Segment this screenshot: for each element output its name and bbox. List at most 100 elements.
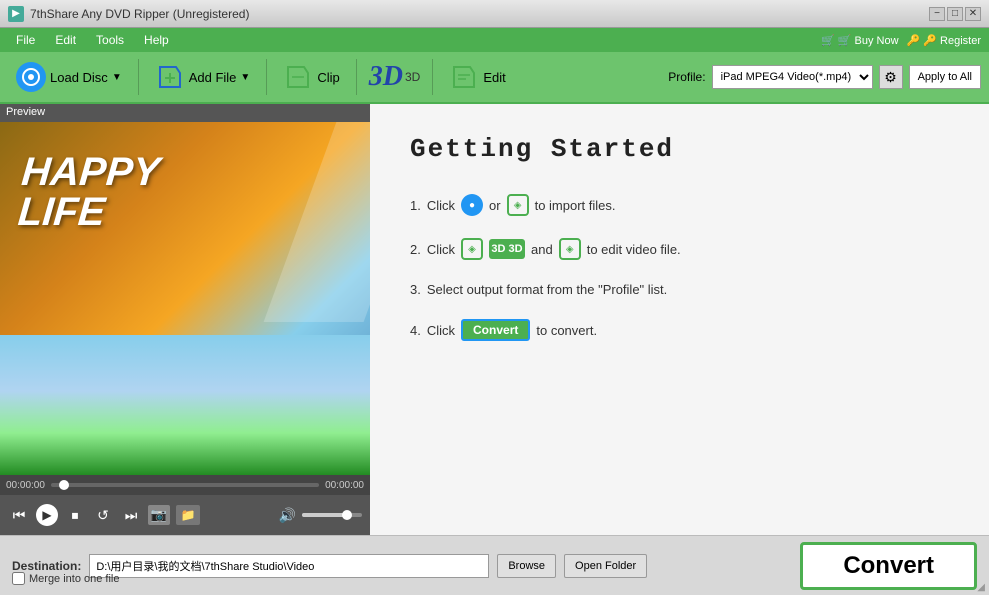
step-2-3d-icon: 3D 3D [489, 239, 525, 259]
add-file-button[interactable]: Add File ▼ [147, 58, 259, 96]
load-disc-button[interactable]: Load Disc ▼ [8, 58, 130, 96]
maximize-button[interactable]: □ [947, 7, 963, 21]
store-buttons: 🛒 🛒 Buy Now 🔑 🔑 Register [821, 34, 981, 47]
merge-label: Merge into one file [29, 573, 120, 585]
volume-slider[interactable] [302, 513, 362, 517]
step-4-text-before: Click [427, 323, 455, 338]
step-2-number: 2. [410, 242, 421, 257]
menu-edit[interactable]: Edit [47, 31, 84, 49]
time-bar: 00:00:00 00:00:00 [0, 475, 370, 495]
3d-label: 3D [369, 61, 403, 93]
destination-label: Destination: [12, 559, 81, 573]
apply-to-all-button[interactable]: Apply to All [909, 65, 981, 89]
step-3-number: 3. [410, 282, 421, 297]
profile-area: Profile: iPad MPEG4 Video(*.mp4) ⚙ Apply… [668, 65, 981, 89]
menu-bar: File Edit Tools Help 🛒 🛒 Buy Now 🔑 🔑 Reg… [0, 28, 989, 52]
skip-forward-button[interactable]: ⏭ [120, 504, 142, 526]
volume-fill [302, 513, 344, 517]
edit-icon [449, 62, 479, 92]
controls-bar: ⏮ ▶ ⏹ ↺ ⏭ 📷 📁 🔊 [0, 495, 370, 535]
add-file-icon [155, 62, 185, 92]
stop-button[interactable]: ⏹ [64, 504, 86, 526]
progress-thumb[interactable] [59, 480, 69, 490]
3d-text-label: 3D [405, 70, 420, 84]
menu-tools[interactable]: Tools [88, 31, 132, 49]
step-3-text: Select output format from the "Profile" … [427, 282, 667, 297]
menu-help[interactable]: Help [136, 31, 177, 49]
volume-thumb[interactable] [342, 510, 352, 520]
bottom-bar: Destination: Browse Open Folder Merge in… [0, 535, 989, 595]
step-1-text-after: to import files. [535, 198, 616, 213]
load-disc-label: Load Disc [50, 70, 108, 85]
convert-button[interactable]: Convert [800, 542, 977, 590]
3d-button[interactable]: 3D 3D [365, 61, 425, 93]
life-text: LIFE [17, 192, 158, 232]
menu-file[interactable]: File [8, 31, 43, 49]
add-file-label: Add File [189, 70, 237, 85]
step-1: 1. Click ● or ◈ to import files. [410, 194, 949, 216]
step-2-and: and [531, 242, 553, 257]
play-button[interactable]: ▶ [36, 504, 58, 526]
title-bar: ▶ 7thShare Any DVD Ripper (Unregistered)… [0, 0, 989, 28]
toolbar: Load Disc ▼ Add File ▼ Clip 3D 3D [0, 52, 989, 104]
preview-image: HAPPY LIFE [0, 122, 370, 475]
volume-icon: 🔊 [279, 507, 296, 524]
step-1-or: or [489, 198, 501, 213]
clip-icon [283, 62, 313, 92]
preview-label: Preview [0, 104, 370, 122]
preview-panel: Preview HAPPY LIFE 00:00:00 00:00:00 ⏮ ▶… [0, 104, 370, 535]
preview-scene [0, 335, 370, 475]
clip-label: Clip [317, 70, 339, 85]
convert-inline-button[interactable]: Convert [461, 319, 530, 341]
loop-button[interactable]: ↺ [92, 504, 114, 526]
app-title: 7thShare Any DVD Ripper (Unregistered) [30, 7, 929, 21]
browse-button[interactable]: Browse [497, 554, 556, 578]
time-start: 00:00:00 [6, 480, 45, 491]
skip-back-button[interactable]: ⏮ [8, 504, 30, 526]
progress-track[interactable] [51, 483, 319, 487]
step-2-text-after: to edit video file. [587, 242, 681, 257]
step-1-text-before: Click [427, 198, 455, 213]
toolbar-separator-2 [266, 59, 267, 95]
buy-now-button[interactable]: 🛒 🛒 Buy Now [821, 34, 898, 47]
register-button[interactable]: 🔑 🔑 Register [907, 34, 981, 47]
merge-checkbox[interactable] [12, 572, 25, 585]
minimize-button[interactable]: − [929, 7, 945, 21]
toolbar-separator-3 [356, 59, 357, 95]
preview-text: HAPPY LIFE [17, 152, 162, 232]
toolbar-separator-4 [432, 59, 433, 95]
preview-diagonal-overlay [264, 122, 370, 322]
app-icon: ▶ [8, 6, 24, 22]
step-2: 2. Click ◈ 3D 3D and ◈ to edit video fil… [410, 238, 949, 260]
getting-started-panel: Getting Started 1. Click ● or ◈ to impor… [370, 104, 989, 535]
edit-button[interactable]: Edit [441, 58, 513, 96]
happy-text: HAPPY [20, 152, 161, 192]
step-2-edit-icon: ◈ [559, 238, 581, 260]
step-3: 3. Select output format from the "Profil… [410, 282, 949, 297]
edit-label: Edit [483, 70, 505, 85]
step-4-number: 4. [410, 323, 421, 338]
step-1-load-icon: ● [461, 194, 483, 216]
time-end: 00:00:00 [325, 480, 364, 491]
add-file-dropdown-icon[interactable]: ▼ [240, 72, 250, 83]
profile-select[interactable]: iPad MPEG4 Video(*.mp4) [712, 65, 873, 89]
resize-handle[interactable]: ◢ [977, 582, 985, 593]
snapshot-button[interactable]: 📷 [148, 505, 170, 525]
close-button[interactable]: ✕ [965, 7, 981, 21]
step-1-number: 1. [410, 198, 421, 213]
toolbar-separator-1 [138, 59, 139, 95]
step-2-clip-icon: ◈ [461, 238, 483, 260]
open-folder-button[interactable]: Open Folder [564, 554, 647, 578]
getting-started-title: Getting Started [410, 134, 949, 164]
load-disc-dropdown-icon[interactable]: ▼ [112, 72, 122, 83]
destination-input[interactable] [89, 554, 489, 578]
load-disc-icon [16, 62, 46, 92]
folder-button[interactable]: 📁 [176, 505, 200, 525]
clip-button[interactable]: Clip [275, 58, 347, 96]
step-2-text-before: Click [427, 242, 455, 257]
profile-label: Profile: [668, 70, 705, 84]
merge-checkbox-area: Merge into one file [12, 572, 120, 585]
window-controls: − □ ✕ [929, 7, 981, 21]
main-content: Preview HAPPY LIFE 00:00:00 00:00:00 ⏮ ▶… [0, 104, 989, 535]
profile-settings-button[interactable]: ⚙ [879, 65, 903, 89]
